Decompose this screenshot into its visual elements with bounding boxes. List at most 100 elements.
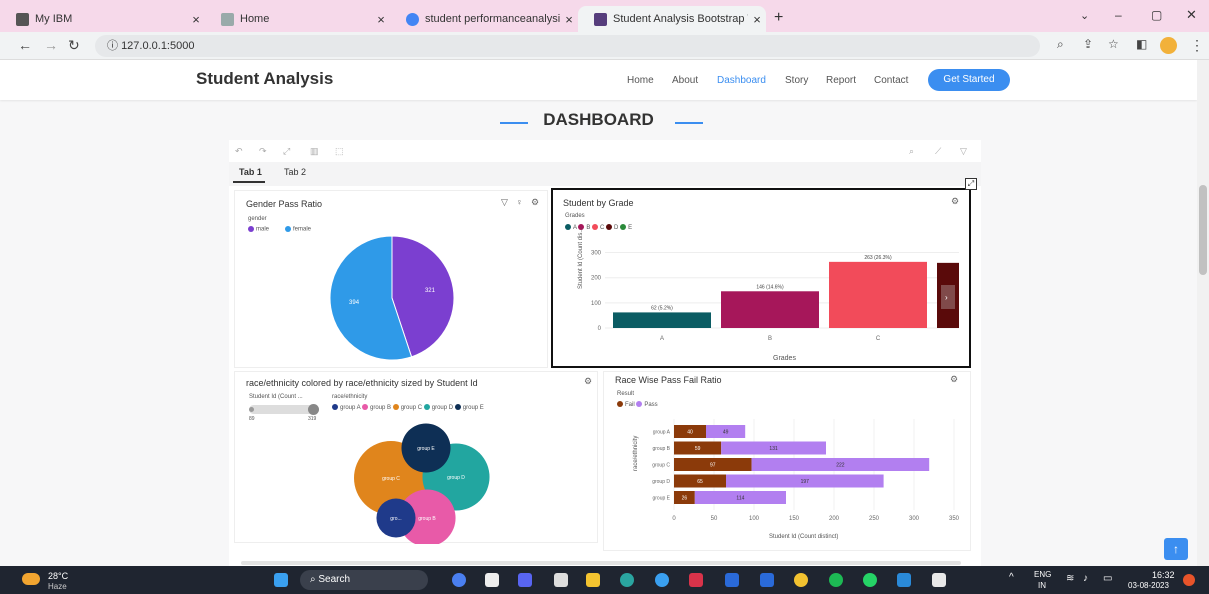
app-icon[interactable] bbox=[760, 573, 774, 587]
weather-temp[interactable]: 28°C bbox=[48, 571, 68, 581]
tab-1[interactable]: Tab 1 bbox=[239, 167, 262, 177]
x-tick-label: 150 bbox=[789, 516, 800, 522]
y-axis-label: race/ethnicity bbox=[633, 436, 639, 471]
nav-report[interactable]: Report bbox=[826, 75, 856, 86]
y-tick-label: 0 bbox=[598, 326, 602, 332]
webpage: Student Analysis Home About Dashboard St… bbox=[0, 60, 1197, 566]
new-tab-icon[interactable]: + bbox=[774, 9, 783, 27]
nav-story[interactable]: Story bbox=[785, 75, 808, 86]
page-scrollbar[interactable] bbox=[1197, 60, 1209, 566]
bar-grade-A[interactable] bbox=[613, 312, 711, 328]
app-icon[interactable] bbox=[452, 573, 466, 587]
edge-icon[interactable] bbox=[620, 573, 634, 587]
x-tick-label: 350 bbox=[949, 516, 960, 522]
browser-tab[interactable]: My IBM × bbox=[0, 6, 205, 32]
browser-tab-bar: My IBM × Home × student performanceanaly… bbox=[0, 0, 1209, 32]
bar-grade-B[interactable] bbox=[721, 291, 819, 328]
chart-icon[interactable]: ▥ bbox=[310, 146, 319, 157]
dashboard-canvas: ↶ ↷ ⤢ ▥ ⬚ ⌕ ⟋ ▽ Tab 1 Tab 2 Gender Pass … bbox=[229, 140, 981, 566]
menu-icon[interactable]: ⋮ bbox=[1190, 37, 1204, 54]
restore-icon[interactable]: ▢ bbox=[1151, 8, 1162, 22]
site-logo[interactable]: Student Analysis bbox=[196, 69, 333, 89]
bubble-label: group D bbox=[447, 475, 465, 481]
tab-title: Home bbox=[240, 13, 270, 25]
page-title: DASHBOARD bbox=[543, 110, 654, 129]
bookmark-star-icon[interactable]: ☆ bbox=[1108, 37, 1119, 51]
bar-data-label: 114 bbox=[736, 496, 744, 502]
app-icon[interactable] bbox=[932, 573, 946, 587]
expand-icon[interactable]: ⤢ bbox=[283, 146, 290, 157]
insights-icon[interactable]: ⟋ bbox=[935, 146, 941, 157]
scroll-right-button[interactable] bbox=[941, 285, 955, 309]
close-icon[interactable]: × bbox=[748, 12, 766, 27]
nav-home[interactable]: Home bbox=[627, 75, 654, 86]
expand-icon[interactable]: ⤢ bbox=[965, 178, 977, 190]
back-icon[interactable]: ← bbox=[18, 37, 32, 53]
bubble-label: group B bbox=[418, 516, 436, 522]
x-tick-label: B bbox=[768, 336, 772, 342]
page-icon bbox=[221, 12, 234, 26]
volume-icon[interactable]: ♪ bbox=[1083, 573, 1088, 584]
filter-icon[interactable]: ▽ bbox=[960, 146, 967, 157]
lang-top[interactable]: ENG bbox=[1034, 570, 1051, 579]
zoom-icon[interactable]: ⌕ bbox=[1057, 37, 1064, 52]
chrome-icon[interactable] bbox=[794, 573, 808, 587]
google-icon bbox=[406, 12, 419, 26]
browser-tab[interactable]: Home × bbox=[205, 6, 390, 32]
bar-data-label: 222 bbox=[836, 463, 845, 469]
calendar-icon[interactable] bbox=[554, 573, 568, 587]
whatsapp-icon[interactable] bbox=[863, 573, 877, 587]
bar-data-label: 59 bbox=[695, 446, 701, 452]
folder-icon[interactable] bbox=[586, 573, 600, 587]
browser-tab[interactable]: student performanceanalysis ima × bbox=[390, 6, 578, 32]
task-view-icon[interactable] bbox=[485, 573, 499, 587]
chevron-up-icon[interactable]: ^ bbox=[1009, 572, 1014, 583]
taskbar-search[interactable]: ⌕ Search bbox=[300, 570, 428, 590]
avatar[interactable] bbox=[1160, 37, 1177, 54]
close-icon[interactable]: × bbox=[372, 12, 390, 27]
spotify-icon[interactable] bbox=[829, 573, 843, 587]
scrollbar-thumb[interactable] bbox=[1199, 185, 1207, 275]
url-input[interactable]: ⓘ 127.0.0.1:5000 bbox=[95, 35, 1040, 57]
x-axis-label: Grades bbox=[773, 355, 796, 362]
redo-icon[interactable]: ↷ bbox=[259, 146, 267, 157]
teams-icon[interactable] bbox=[518, 573, 532, 587]
minimize-icon[interactable]: – bbox=[1115, 8, 1122, 22]
bar-grade-C[interactable] bbox=[829, 261, 927, 328]
tab-2[interactable]: Tab 2 bbox=[284, 167, 306, 177]
race-bubble-chart: group C group D group E group B gro... bbox=[354, 423, 490, 544]
select-icon[interactable]: ⬚ bbox=[335, 146, 344, 157]
nav-dashboard[interactable]: Dashboard bbox=[717, 75, 766, 86]
share-icon[interactable]: ⇪ bbox=[1083, 37, 1093, 51]
close-window-icon[interactable]: ✕ bbox=[1186, 7, 1197, 23]
nav-about[interactable]: About bbox=[672, 75, 698, 86]
close-icon[interactable]: × bbox=[560, 12, 578, 27]
canvas-scrollbar[interactable] bbox=[241, 561, 961, 565]
chevron-down-icon[interactable]: ⌄ bbox=[1080, 9, 1089, 22]
forward-icon[interactable]: → bbox=[44, 37, 58, 53]
ibm-icon bbox=[16, 12, 29, 26]
back-to-top-button[interactable]: ↑ bbox=[1164, 538, 1188, 560]
get-started-button[interactable]: Get Started bbox=[928, 69, 1010, 91]
app-icon[interactable] bbox=[725, 573, 739, 587]
race-pass-panel: Race Wise Pass Fail Ratio ⚙ Result Fail … bbox=[603, 371, 971, 551]
reload-icon[interactable]: ↻ bbox=[68, 37, 80, 54]
undo-icon[interactable]: ↶ bbox=[235, 146, 243, 157]
app-icon[interactable] bbox=[655, 573, 669, 587]
browser-tab-active[interactable]: Student Analysis Bootstrap Temp × bbox=[578, 6, 766, 32]
x-tick-label: C bbox=[876, 336, 881, 342]
windows-start-icon[interactable] bbox=[274, 573, 288, 587]
notification-badge[interactable] bbox=[1183, 574, 1195, 586]
app-icon[interactable] bbox=[897, 573, 911, 587]
search-icon[interactable]: ⌕ bbox=[909, 146, 914, 157]
mcafee-icon[interactable] bbox=[689, 573, 703, 587]
sidepanel-icon[interactable]: ◧ bbox=[1136, 37, 1147, 51]
close-icon[interactable]: × bbox=[187, 12, 205, 27]
clock-time[interactable]: 16:32 bbox=[1152, 570, 1175, 580]
nav-contact[interactable]: Contact bbox=[874, 75, 908, 86]
wifi-icon[interactable]: ≋ bbox=[1066, 573, 1074, 584]
bar-data-label: 131 bbox=[769, 446, 778, 452]
bubble-label: gro... bbox=[390, 516, 401, 522]
battery-icon[interactable]: ▭ bbox=[1103, 573, 1112, 584]
bubble-label: group E bbox=[417, 446, 435, 452]
